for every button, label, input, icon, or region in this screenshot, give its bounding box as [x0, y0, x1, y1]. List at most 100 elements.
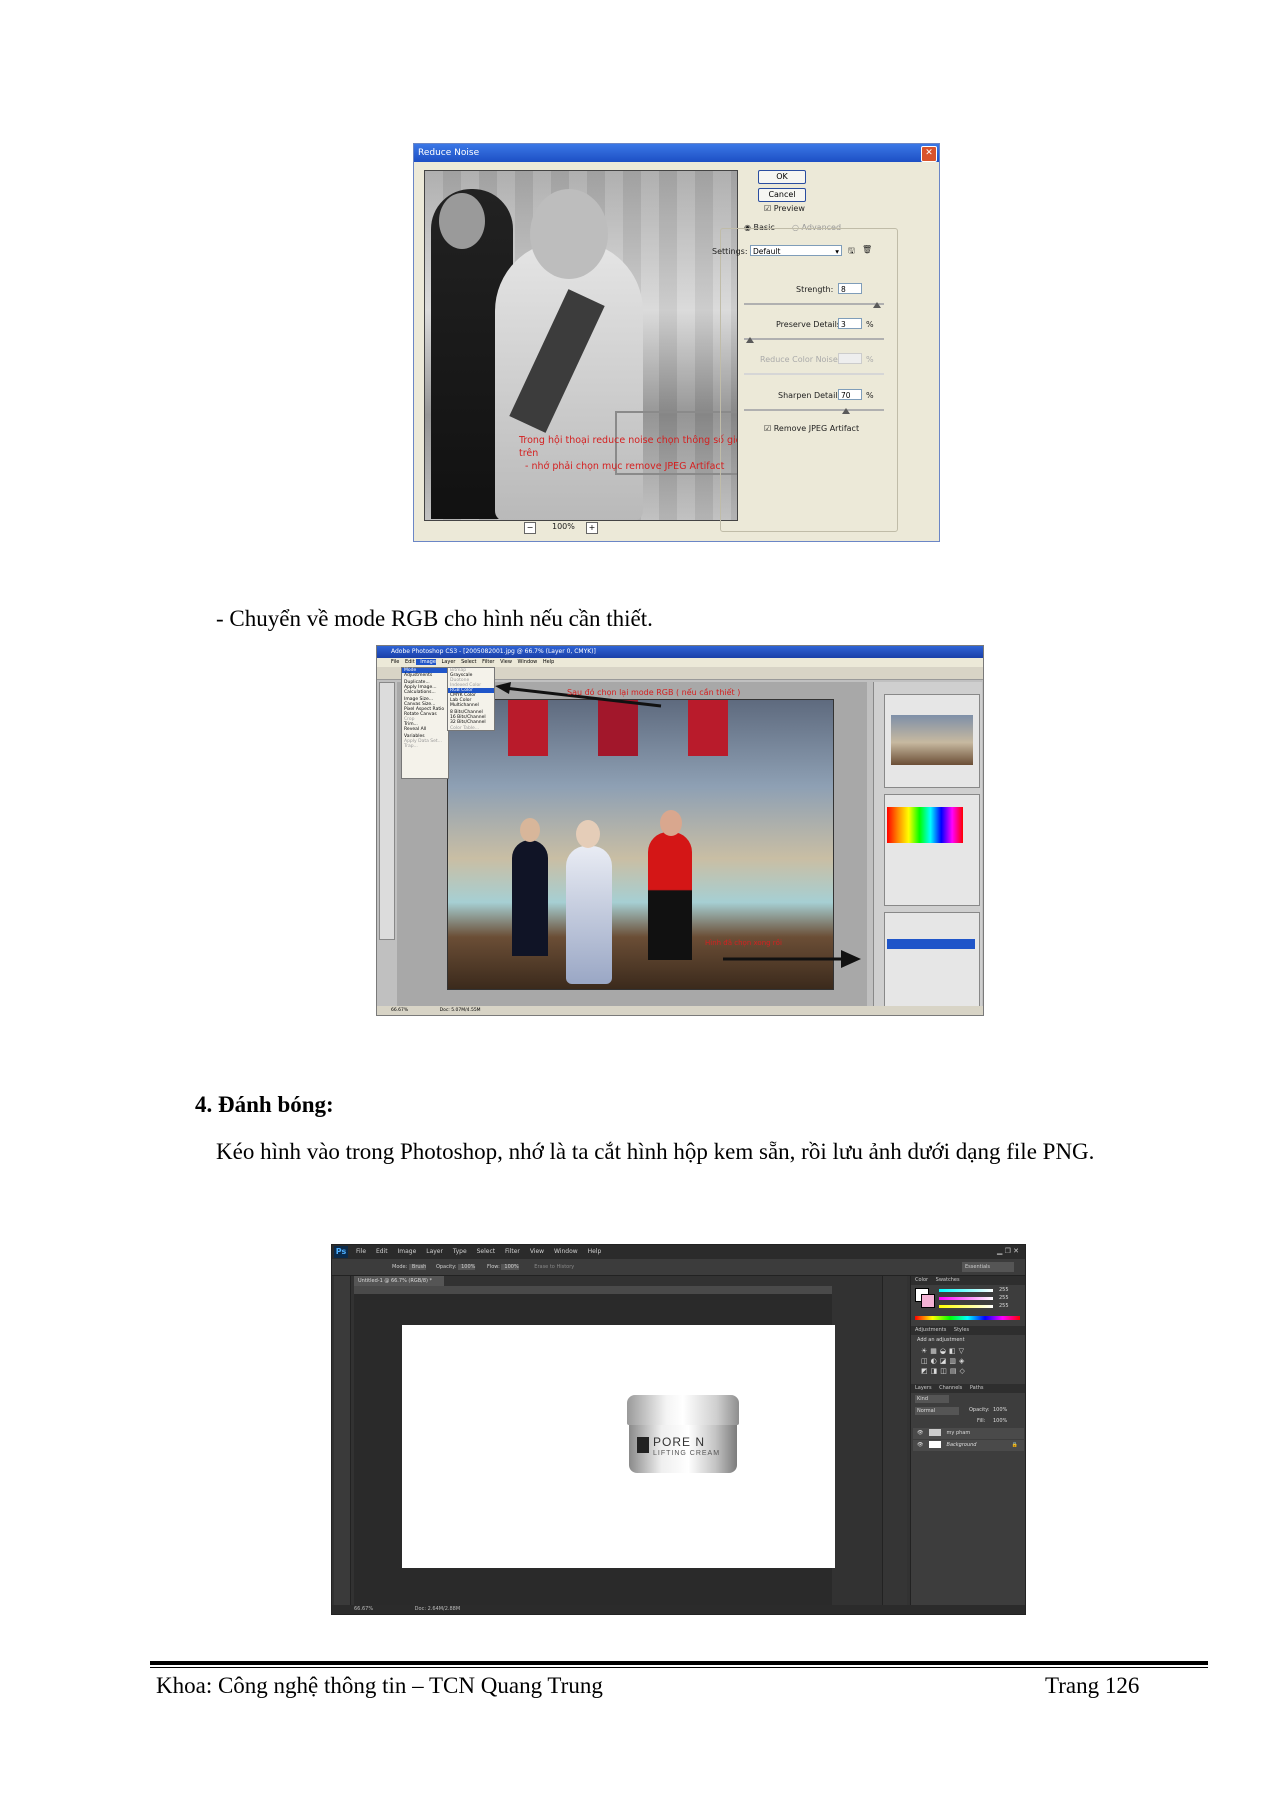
dialog-title: Reduce Noise [414, 144, 939, 162]
reduce-color-noise-input [838, 353, 862, 364]
options-bar: Mode: Brush Opacity: 100% Flow: 100% Era… [332, 1259, 1025, 1276]
menu-window[interactable]: Window [514, 659, 538, 665]
remove-jpeg-checkbox[interactable]: ☑ Remove JPEG Artifact [764, 424, 859, 433]
fill-label: Fill: [977, 1418, 986, 1424]
menu-image[interactable]: Image [416, 659, 436, 665]
preserve-details-slider[interactable] [744, 338, 884, 340]
menu-select[interactable]: Select [457, 659, 476, 665]
menu-bar: File Edit Image Layer Type Select Filter… [332, 1245, 1025, 1259]
layers-panel [884, 912, 980, 1010]
tab-paths[interactable]: Paths [964, 1385, 984, 1391]
red-annotation: Trong hội thoại reduce noise chọn thông … [519, 435, 737, 472]
menu-view[interactable]: View [522, 1248, 544, 1255]
cream-jar-image: PORE N LIFTING CREAM [627, 1395, 739, 1477]
slider-handle[interactable] [842, 408, 850, 414]
tools-panel[interactable] [379, 682, 395, 940]
strength-input[interactable]: 8 [838, 283, 862, 294]
menu-select[interactable]: Select [469, 1248, 496, 1255]
kind-filter[interactable]: Kind [915, 1395, 949, 1403]
flow-input[interactable]: 100% [501, 1264, 519, 1270]
document-tab[interactable]: Untitled-1 @ 66.7% (RGB/8) * [354, 1276, 444, 1286]
menu-item[interactable]: Color Table... [448, 726, 494, 731]
tab-layers[interactable]: Layers [915, 1385, 932, 1391]
tools-panel[interactable] [334, 1276, 351, 1606]
tab-styles[interactable]: Styles [948, 1327, 969, 1333]
blend-mode-select[interactable]: Normal [915, 1407, 959, 1415]
menu-item[interactable]: Multichannel [448, 703, 494, 708]
document-canvas[interactable]: PORE N LIFTING CREAM [402, 1325, 835, 1568]
menu-item[interactable]: 32 Bits/Channel [448, 720, 494, 725]
layer-row[interactable]: 👁 Background 🔒 [913, 1440, 1024, 1451]
window-title: Adobe Photoshop CS3 - [2005082001.jpg @ … [377, 646, 983, 658]
menu-filter[interactable]: Filter [497, 1248, 520, 1255]
menu-item[interactable]: Trap... [402, 744, 448, 749]
lock-icon: 🔒 [1011, 1442, 1018, 1448]
menu-window[interactable]: Window [546, 1248, 578, 1255]
red-annotation-bottom: Hình đã chọn xong rồi [705, 939, 782, 947]
window-controls[interactable]: ▁ ❐ ✕ [997, 1247, 1019, 1255]
photoshop-logo: Ps [334, 1246, 348, 1258]
panel-dock[interactable] [882, 1276, 907, 1614]
tab-adjustments[interactable]: Adjustments [915, 1327, 946, 1333]
menu-edit[interactable]: Edit [401, 659, 415, 665]
strength-slider[interactable] [744, 303, 884, 305]
menu-edit[interactable]: Edit [368, 1248, 388, 1255]
menu-layer[interactable]: Layer [418, 1248, 443, 1255]
close-icon[interactable]: ✕ [921, 146, 937, 162]
layers-panel-tabs[interactable]: Layers Channels Paths [911, 1384, 1025, 1393]
preview-checkbox[interactable]: ☑ Preview [764, 204, 805, 213]
zoom-level: 66.67% [354, 1606, 374, 1612]
save-settings-icon[interactable]: 🖫 [848, 245, 855, 259]
menu-file[interactable]: File [377, 659, 399, 665]
navigator-panel [884, 694, 980, 788]
ok-button[interactable]: OK [758, 170, 806, 184]
opacity-value[interactable]: 100% [993, 1407, 1007, 1413]
menu-item[interactable]: Reveal All [402, 727, 448, 732]
layer-row[interactable] [887, 939, 975, 949]
layer-row[interactable]: 👁 my pham [913, 1428, 1024, 1439]
swatches-panel [884, 794, 980, 906]
slider-handle[interactable] [746, 337, 754, 343]
menu-help[interactable]: Help [539, 659, 554, 665]
jar-sub-text: LIFTING CREAM [653, 1450, 721, 1457]
menu-layer[interactable]: Layer [438, 659, 456, 665]
workspace-select[interactable]: Essentials [962, 1262, 1014, 1272]
photoshop-cs3-screenshot: Adobe Photoshop CS3 - [2005082001.jpg @ … [376, 645, 984, 1016]
menu-item[interactable]: Calculations... [402, 690, 448, 695]
background-color[interactable] [921, 1294, 935, 1308]
doc-size: Doc: 2.64M/2.88M [414, 1606, 461, 1612]
tab-channels[interactable]: Channels [933, 1385, 962, 1391]
color-ramp[interactable] [915, 1316, 1020, 1320]
mode-submenu: Bitmap Grayscale Duotone Indexed Color R… [447, 667, 495, 731]
preserve-details-input[interactable]: 3 [838, 318, 862, 329]
adjustments-panel-tabs[interactable]: Adjustments Styles [911, 1326, 1025, 1335]
zoom-in-icon[interactable]: + [586, 522, 598, 534]
menu-view[interactable]: View [496, 659, 512, 665]
eye-icon[interactable]: 👁 [913, 1430, 923, 1436]
fill-value[interactable]: 100% [993, 1418, 1007, 1424]
opacity-input[interactable]: 100% [458, 1264, 476, 1270]
mode-select[interactable]: Brush [408, 1264, 427, 1270]
eye-icon[interactable]: 👁 [913, 1442, 923, 1448]
color-panel-tabs[interactable]: Color Swatches [911, 1276, 1025, 1285]
menu-image[interactable]: Image [390, 1248, 417, 1255]
tab-swatches[interactable]: Swatches [930, 1277, 960, 1283]
tab-color[interactable]: Color [915, 1277, 928, 1283]
zoom-out-icon[interactable]: − [524, 522, 536, 534]
settings-select[interactable]: Default ▾ [750, 245, 842, 256]
slider-handle[interactable] [873, 302, 881, 308]
sharpen-details-slider[interactable] [744, 409, 884, 411]
right-panels: Color Swatches 255 255 255 Adjustments S… [910, 1276, 1025, 1614]
footer-rule-thick [150, 1661, 1208, 1665]
erase-to-history[interactable]: Erase to History [520, 1264, 574, 1270]
menu-help[interactable]: Help [580, 1248, 602, 1255]
status-bar: 66.67% Doc: 2.64M/2.88M [332, 1605, 1025, 1614]
cancel-button[interactable]: Cancel [758, 188, 806, 202]
sharpen-details-input[interactable]: 70 [838, 389, 862, 400]
add-adjustment-label: Add an adjustment [917, 1337, 965, 1343]
menu-filter[interactable]: Filter [478, 659, 494, 665]
menu-item[interactable]: Adjustments [402, 673, 448, 678]
adjustment-icons[interactable]: ☀▦◒◧▽ ◫◐◪▥◈ ◩◨◫▤◇ [921, 1346, 968, 1376]
menu-type[interactable]: Type [445, 1248, 467, 1255]
trash-icon[interactable]: 🗑 [862, 245, 872, 254]
